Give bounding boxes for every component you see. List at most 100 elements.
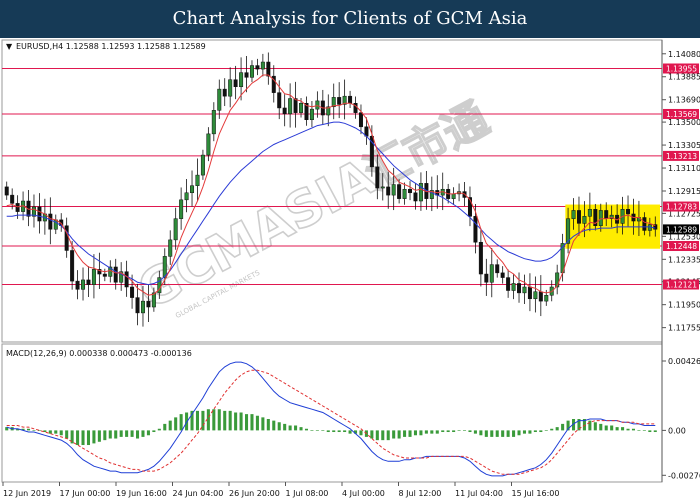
macd-histogram-bar bbox=[103, 430, 107, 441]
macd-histogram-bar bbox=[321, 430, 325, 431]
macd-histogram-bar bbox=[392, 430, 396, 439]
macd-histogram-bar bbox=[462, 430, 467, 431]
candle-body bbox=[413, 192, 418, 202]
macd-histogram-bar bbox=[337, 430, 341, 433]
macd-histogram-bar bbox=[146, 430, 150, 436]
candle-body bbox=[190, 185, 195, 194]
time-tick-label: 19 Jun 16:00 bbox=[116, 489, 167, 498]
candle-body bbox=[239, 72, 244, 88]
macd-histogram-bar bbox=[228, 410, 232, 431]
time-tick-label: 1 Jul 08:00 bbox=[286, 489, 329, 498]
level-price-tag-label: 1.12783 bbox=[666, 203, 697, 212]
macd-histogram-bar bbox=[86, 430, 91, 446]
macd-histogram-bar bbox=[168, 420, 172, 431]
candle-body bbox=[48, 213, 53, 230]
macd-histogram-bar bbox=[550, 428, 554, 431]
macd-histogram-bar bbox=[217, 409, 221, 431]
macd-histogram-bar bbox=[59, 430, 63, 436]
macd-histogram-bar bbox=[266, 419, 270, 431]
candle-body bbox=[506, 277, 511, 291]
time-tick-label: 15 Jul 16:00 bbox=[512, 489, 560, 498]
macd-histogram-bar bbox=[381, 430, 385, 441]
macd-histogram-bar bbox=[653, 430, 657, 433]
macd-histogram-bar bbox=[315, 430, 319, 431]
macd-histogram-bar bbox=[413, 430, 418, 436]
time-tick-label: 17 Jun 00:00 bbox=[60, 489, 111, 498]
macd-histogram-bar bbox=[408, 430, 412, 437]
macd-histogram-bar bbox=[506, 430, 510, 437]
candle-body bbox=[151, 292, 156, 308]
candle-body bbox=[179, 199, 184, 219]
macd-histogram-bar bbox=[26, 428, 31, 431]
macd-histogram-bar bbox=[501, 430, 505, 437]
macd-histogram-bar bbox=[457, 430, 461, 431]
macd-histogram-bar bbox=[490, 430, 494, 437]
time-tick-label: 4 Jul 00:00 bbox=[342, 489, 385, 498]
macd-histogram-bar bbox=[288, 425, 292, 431]
candle-body bbox=[86, 279, 91, 285]
price-tick-label: 1.13110 bbox=[668, 164, 700, 173]
candle-body bbox=[642, 217, 647, 231]
candle-body bbox=[200, 154, 205, 176]
time-tick-label: 24 Jun 04:00 bbox=[173, 489, 224, 498]
symbol-dropdown-icon[interactable]: ▼ bbox=[6, 42, 13, 51]
candle-body bbox=[10, 194, 15, 204]
candle-body bbox=[113, 266, 118, 283]
macd-histogram-bar bbox=[626, 428, 630, 431]
candle-body bbox=[582, 216, 587, 224]
candle-body bbox=[37, 206, 42, 222]
price-tick-label: 1.13885 bbox=[668, 73, 700, 82]
macd-histogram-bar bbox=[599, 423, 603, 431]
macd-histogram-bar bbox=[528, 430, 532, 434]
macd-histogram-bar bbox=[419, 430, 423, 436]
macd-histogram-bar bbox=[283, 423, 287, 431]
macd-tick-label: 0.004266 bbox=[668, 357, 700, 366]
macd-histogram-bar bbox=[386, 430, 390, 441]
candle-body bbox=[489, 264, 494, 283]
candle-body bbox=[249, 65, 254, 78]
candle-body bbox=[571, 210, 576, 219]
macd-histogram-bar bbox=[370, 430, 374, 439]
macd-histogram-bar bbox=[424, 430, 428, 434]
candle-body bbox=[217, 88, 222, 111]
macd-histogram-bar bbox=[604, 425, 608, 431]
chart-banner-title: Chart Analysis for Clients of GCM Asia bbox=[0, 0, 700, 38]
price-tick-label: 1.11950 bbox=[668, 301, 700, 310]
macd-histogram-bar bbox=[359, 430, 363, 436]
macd-histogram-bar bbox=[114, 430, 118, 439]
macd-histogram-bar bbox=[473, 430, 477, 434]
candle-body bbox=[233, 79, 238, 88]
current-price-label: 1.12589 bbox=[666, 225, 697, 234]
macd-histogram-bar bbox=[195, 410, 200, 431]
macd-histogram-bar bbox=[81, 430, 85, 446]
macd-histogram-bar bbox=[533, 430, 537, 433]
price-tick-label: 1.12915 bbox=[668, 187, 700, 196]
macd-histogram-bar bbox=[250, 414, 254, 431]
macd-histogram-bar bbox=[348, 430, 352, 434]
candle-body bbox=[380, 186, 385, 189]
candle-body bbox=[576, 210, 581, 224]
candle-body bbox=[277, 92, 282, 109]
macd-histogram-bar bbox=[32, 430, 36, 431]
candle-body bbox=[511, 283, 516, 291]
macd-histogram-bar bbox=[435, 430, 439, 434]
macd-histogram-bar bbox=[65, 430, 69, 439]
macd-histogram-bar bbox=[223, 410, 227, 431]
macd-tick-label: 0.00 bbox=[668, 426, 686, 435]
macd-histogram-bar bbox=[479, 430, 483, 436]
macd-histogram-bar bbox=[648, 430, 652, 433]
macd-histogram-bar bbox=[76, 430, 80, 446]
price-tick-label: 1.13690 bbox=[668, 96, 700, 105]
candle-body bbox=[299, 102, 304, 113]
candle-body bbox=[473, 216, 478, 243]
candle-body bbox=[102, 273, 107, 277]
price-tick-label: 1.13500 bbox=[668, 118, 700, 127]
candle-body bbox=[358, 112, 363, 128]
candle-body bbox=[228, 79, 233, 97]
price-tick-label: 1.12335 bbox=[668, 255, 700, 264]
macd-histogram-bar bbox=[157, 428, 161, 431]
macd-panel-header: MACD(12,26,9) 0.000338 0.000473 -0.00013… bbox=[6, 349, 192, 358]
candle-body bbox=[538, 291, 543, 302]
candle-body bbox=[91, 269, 96, 285]
candle-body bbox=[124, 271, 129, 288]
